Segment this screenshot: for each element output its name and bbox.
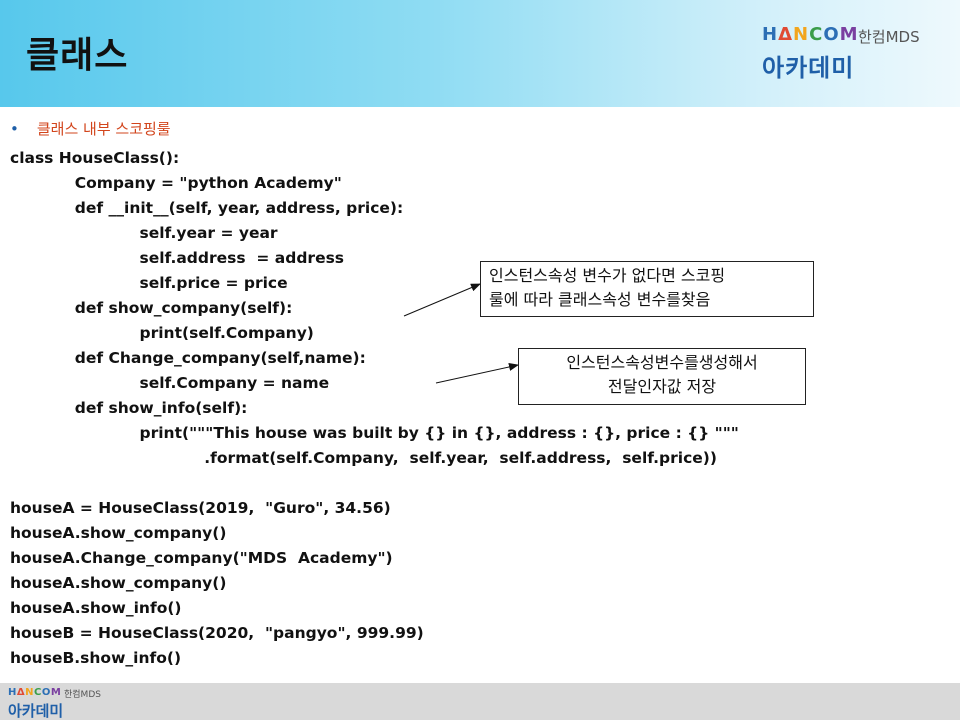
footer-logo-letter: N	[25, 687, 34, 698]
footer-logo-subtitle: 한컴MDS	[64, 690, 101, 700]
callout-arrows	[403, 283, 519, 384]
footer-logo-academy: 아카데미	[8, 702, 64, 720]
footer-logo-letter: Δ	[16, 687, 26, 698]
footer-logo-letter: H	[8, 687, 17, 698]
callout-line: 인스턴스속성 변수가 없다면 스코핑	[489, 266, 726, 285]
arrow-scoping	[403, 283, 481, 317]
footer-logo-wordmark: HΔNCOM	[8, 687, 61, 698]
callout-line: 인스턴스속성변수를생성해서	[566, 353, 758, 372]
callout-create-note: 인스턴스속성변수를생성해서 전달인자값 저장	[518, 348, 806, 405]
callout-line: 룰에 따라 클래스속성 변수를찾음	[489, 290, 711, 309]
arrow-create	[435, 363, 519, 384]
callout-line: 전달인자값 저장	[607, 377, 717, 396]
footer-logo-letter: M	[50, 687, 62, 698]
footer-logo-letter: C	[34, 687, 42, 698]
callout-scoping-note: 인스턴스속성 변수가 없다면 스코핑 룰에 따라 클래스속성 변수를찾음	[480, 261, 814, 317]
slide-footer: HΔNCOM 한컴MDS 아카데미	[0, 683, 960, 720]
footer-logo-letter: O	[41, 687, 51, 698]
